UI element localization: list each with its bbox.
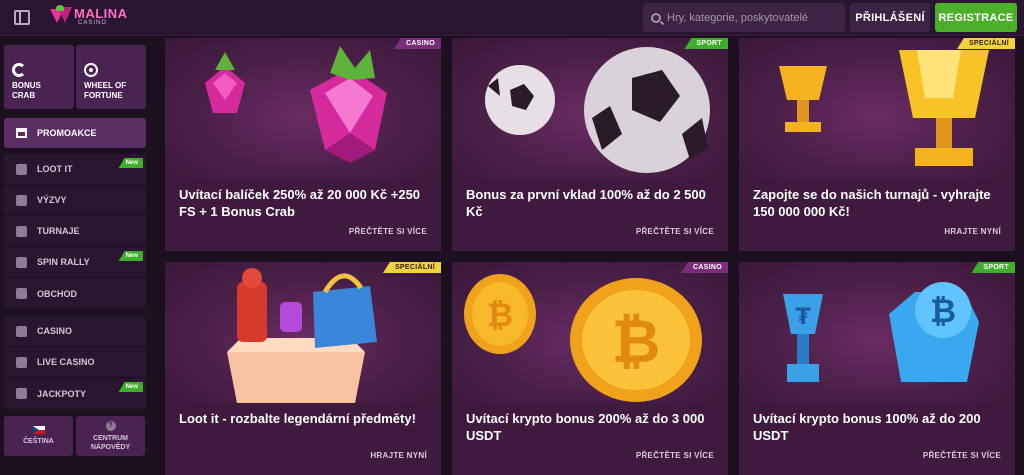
chest-icon [16, 163, 27, 175]
top-bar: MALINA CASINO PŘIHLÁŠENÍ REGISTRACE [0, 0, 1024, 36]
logo-text: MALINA [74, 5, 128, 21]
card-art [739, 38, 1015, 179]
card-title: Loot it - rozbalte legendární předměty! [179, 411, 416, 426]
card-title: Uvítací krypto bonus 200% až do 3 000 US… [466, 411, 705, 443]
svg-text:₮: ₮ [795, 305, 811, 330]
help-center-button[interactable]: ? CENTRUM NÁPOVĚDY [76, 416, 145, 456]
crab-icon [12, 63, 26, 77]
card-art [165, 262, 441, 403]
search-box[interactable] [643, 3, 845, 32]
sidebar-item-label: CASINO [37, 326, 73, 336]
sidebar-item-label: VÝZVY [37, 195, 67, 205]
logo[interactable]: MALINA CASINO [50, 5, 128, 27]
crypto-trophies-image: ₮ ₿ [783, 282, 979, 382]
cherry-icon [16, 325, 27, 337]
card-cta-link[interactable]: PŘEČTĚTE SI VÍCE [636, 451, 714, 460]
sidebar-item-vyzvy[interactable]: VÝZVY [4, 185, 146, 216]
tile-wheel-of-fortune[interactable]: WHEEL OF FORTUNE [76, 45, 146, 109]
sidebar-item-label: LOOT IT [37, 164, 73, 174]
card-cta-link[interactable]: PŘEČTĚTE SI VÍCE [923, 451, 1001, 460]
sidebar-toggle-icon[interactable] [14, 10, 30, 25]
sidebar-item-loot-it[interactable]: LOOT IT New [4, 154, 146, 185]
medal-icon [16, 194, 27, 206]
card-art [165, 38, 441, 179]
sidebar-group-features: LOOT IT New VÝZVY TURNAJE SPIN RALLY New… [4, 154, 146, 309]
register-button[interactable]: REGISTRACE [935, 3, 1017, 32]
sidebar-item-label: TURNAJE [37, 226, 80, 236]
svg-text:₿: ₿ [612, 307, 661, 377]
coins-icon [16, 388, 27, 399]
search-icon [651, 12, 661, 23]
card-title: Uvítací balíček 250% až 20 000 Kč +250 F… [179, 187, 421, 219]
sidebar-item-label: OBCHOD [37, 288, 77, 299]
category-tag: SPORT [684, 38, 728, 49]
card-title: Bonus za první vklad 100% až do 2 500 Kč [466, 187, 706, 219]
card-cta-link[interactable]: HRAJTE NYNÍ [370, 451, 427, 460]
card-cta-link[interactable]: PŘEČTĚTE SI VÍCE [636, 227, 714, 236]
category-tag: CASINO [393, 38, 441, 49]
tile-bonus-crab[interactable]: BONUS CRAB [4, 45, 74, 109]
flag-icon [16, 256, 27, 268]
svg-text:₿: ₿ [930, 292, 956, 330]
bitcoin-coins-image: ₿ ₿ [464, 274, 702, 402]
trophy-image [779, 50, 989, 166]
card-cta-link[interactable]: PŘEČTĚTE SI VÍCE [349, 227, 427, 236]
sidebar-item-turnaje[interactable]: TURNAJE [4, 216, 146, 247]
promo-card-welcome-package[interactable]: CASINO Uvítací balíček 250% až 20 000 Kč… [165, 38, 441, 251]
shop-icon [16, 288, 27, 299]
czech-flag-icon [32, 426, 45, 434]
card-art [452, 38, 728, 179]
chip-icon [16, 356, 27, 368]
wheel-icon [84, 63, 98, 77]
loot-chest-image [227, 268, 377, 403]
raspberry-logo-icon [50, 5, 72, 27]
category-tag: CASINO [680, 262, 728, 273]
sidebar-item-live-casino[interactable]: LIVE CASINO [4, 347, 146, 378]
sidebar-item-jackpoty[interactable]: JACKPOTY New [4, 378, 146, 409]
sidebar-group-games: CASINO LIVE CASINO JACKPOTY New [4, 316, 146, 409]
gift-icon [16, 128, 27, 138]
sidebar-item-promoakce[interactable]: PROMOAKCE [4, 118, 146, 148]
promo-card-crypto-casino[interactable]: ₿ ₿ CASINO Uvítací krypto bonus 200% až … [452, 262, 728, 475]
sidebar-item-label: SPIN RALLY [37, 257, 90, 267]
sidebar: BONUS CRAB WHEEL OF FORTUNE PROMOAKCE LO… [0, 37, 151, 460]
card-title: Zapojte se do našich turnajů - vyhrajte … [753, 187, 991, 219]
new-badge: New [118, 251, 143, 261]
card-title: Uvítací krypto bonus 100% až do 200 USDT [753, 411, 981, 443]
sidebar-item-spin-rally[interactable]: SPIN RALLY New [4, 247, 146, 278]
language-button[interactable]: ČEŠTINA [4, 416, 73, 456]
sidebar-item-label: PROMOAKCE [37, 128, 97, 138]
sidebar-item-label: LIVE CASINO [37, 357, 95, 367]
language-label: ČEŠTINA [23, 438, 54, 445]
tile-label: BONUS CRAB [12, 81, 41, 100]
sidebar-item-casino[interactable]: CASINO [4, 316, 146, 347]
help-label: CENTRUM NÁPOVĚDY [90, 434, 131, 451]
search-input[interactable] [667, 11, 837, 24]
promo-card-first-deposit[interactable]: SPORT Bonus za první vklad 100% až do 2 … [452, 38, 728, 251]
category-tag: SPECIÁLNÍ [382, 262, 441, 273]
login-button[interactable]: PŘIHLÁŠENÍ [850, 3, 930, 32]
football-image [485, 47, 710, 173]
new-badge: New [118, 382, 143, 392]
help-icon: ? [105, 420, 116, 431]
tile-label: WHEEL OF FORTUNE [84, 81, 127, 100]
promo-card-loot-it[interactable]: SPECIÁLNÍ Loot it - rozbalte legendární … [165, 262, 441, 475]
category-tag: SPECIÁLNÍ [956, 38, 1015, 49]
category-tag: SPORT [971, 262, 1015, 273]
card-art: ₿ ₿ [452, 262, 728, 403]
card-cta-link[interactable]: HRAJTE NYNÍ [944, 227, 1001, 236]
trophy-icon [16, 225, 27, 237]
sidebar-item-obchod[interactable]: OBCHOD [4, 278, 146, 309]
promo-card-tournaments[interactable]: SPECIÁLNÍ Zapojte se do našich turnajů -… [739, 38, 1015, 251]
svg-text:₿: ₿ [487, 296, 513, 334]
card-art: ₮ ₿ [739, 262, 1015, 403]
raspberry-image [205, 46, 387, 163]
promo-card-crypto-sport[interactable]: ₮ ₿ SPORT Uvítací krypto bonus 100% až d… [739, 262, 1015, 475]
sidebar-item-label: JACKPOTY [37, 388, 87, 399]
new-badge: New [118, 158, 143, 168]
